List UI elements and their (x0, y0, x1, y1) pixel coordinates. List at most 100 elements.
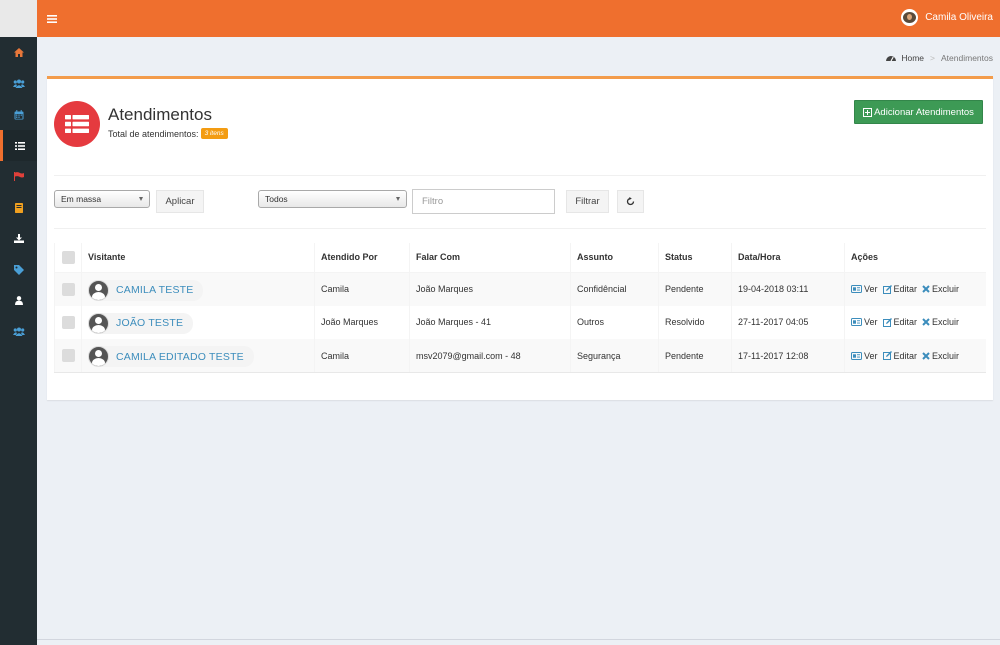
list-icon (15, 141, 25, 150)
breadcrumb-current: Atendimentos (941, 53, 993, 63)
view-action[interactable]: Ver (851, 317, 878, 327)
row-select-cell (54, 339, 82, 373)
view-label: Ver (864, 284, 878, 294)
subtitle-text: Total de atendimentos: (108, 128, 199, 139)
visitor-chip[interactable]: CAMILA EDITADO TESTE (88, 346, 254, 367)
edit-action[interactable]: Editar (882, 284, 917, 294)
sidebar-item-tag[interactable] (0, 254, 37, 285)
sidebar-item-list[interactable] (0, 130, 37, 161)
content-box: Atendimentos Total de atendimentos: 3 it… (47, 76, 993, 400)
sidebar-item-user[interactable] (0, 285, 37, 316)
data-hora-cell: 27-11-2017 04:05 (731, 305, 845, 339)
column-header[interactable]: Data/Hora (731, 243, 845, 273)
data-hora-cell: 19-04-2018 03:11 (731, 272, 845, 306)
book-icon (14, 202, 23, 213)
edit-icon (882, 284, 892, 294)
edit-icon (882, 317, 892, 327)
sidebar-item-calendar[interactable] (0, 99, 37, 130)
delete-label: Excluir (932, 317, 960, 328)
sidebar (0, 37, 37, 645)
row-checkbox[interactable] (62, 315, 75, 329)
falar-com-cell: João Marques (409, 272, 571, 306)
title-icon-circle (54, 101, 100, 147)
data-hora-cell: 17-11-2017 12:08 (731, 339, 845, 373)
row-checkbox[interactable] (62, 349, 75, 362)
sidebar-item-book[interactable] (0, 192, 37, 223)
assunto-cell: Confidêncial (570, 272, 659, 306)
atendido-por-cell: João Marques (314, 305, 410, 339)
visitor-cell: JOÃO TESTE (81, 305, 315, 339)
top-navbar: Camila Oliveira (0, 0, 1000, 37)
breadcrumb: Home > Atendimentos (886, 53, 993, 63)
column-header[interactable]: Status (658, 243, 732, 273)
edit-label: Editar (893, 350, 918, 361)
sidebar-item-group[interactable] (0, 316, 37, 347)
user-name: Camila Oliveira (925, 12, 993, 23)
edit-action[interactable]: Editar (882, 350, 918, 361)
status-cell: Pendente (658, 272, 732, 306)
edit-label: Editar (893, 317, 918, 328)
sidebar-item-flag[interactable] (0, 161, 37, 192)
eye-card-icon (851, 351, 862, 360)
column-header[interactable]: Falar Com (409, 243, 571, 273)
visitor-cell: CAMILA TESTE (81, 272, 315, 306)
row-select-cell (54, 305, 82, 339)
eye-card-icon (851, 285, 862, 293)
sidebar-item-home[interactable] (0, 37, 37, 68)
bulk-action-select[interactable]: Em massa (54, 190, 150, 208)
user-menu[interactable]: Camila Oliveira (901, 9, 993, 26)
table-list-icon (65, 115, 89, 133)
add-button-label: Adicionar Atendimentos (874, 106, 974, 118)
apply-button[interactable]: Aplicar (156, 190, 204, 213)
dashboard-icon (886, 56, 897, 62)
filter-input[interactable] (412, 189, 555, 214)
atendido-por-cell: Camila (314, 339, 410, 373)
delete-action[interactable]: Excluir (922, 351, 959, 361)
view-action[interactable]: Ver (851, 284, 878, 294)
tag-icon (13, 264, 24, 275)
atendido-por-cell: Camila (314, 272, 410, 306)
divider (54, 228, 986, 229)
column-header[interactable]: Visitante (81, 243, 315, 273)
column-header[interactable]: Atendido Por (314, 243, 410, 273)
avatar (88, 346, 109, 367)
flag-icon (13, 172, 24, 181)
sidebar-item-users[interactable] (0, 68, 37, 99)
table-row: CAMILA EDITADO TESTE Camila msv2079@gmai… (54, 339, 986, 373)
column-header[interactable]: Assunto (570, 243, 659, 273)
select-all-checkbox[interactable] (62, 250, 75, 264)
table-row: JOÃO TESTE João Marques João Marques - 4… (54, 305, 986, 339)
falar-com-cell: João Marques - 41 (409, 305, 571, 339)
filter-button[interactable]: Filtrar (566, 190, 609, 213)
count-badge: 3 itens (200, 128, 228, 139)
edit-action[interactable]: Editar (882, 317, 918, 328)
delete-action[interactable]: Excluir (922, 284, 959, 294)
add-atendimento-button[interactable]: Adicionar Atendimentos (854, 100, 983, 124)
reset-button[interactable] (617, 190, 644, 213)
visitor-chip[interactable]: CAMILA TESTE (88, 279, 204, 301)
breadcrumb-home[interactable]: Home (901, 53, 924, 63)
view-action[interactable]: Ver (851, 351, 878, 361)
assunto-cell: Outros (570, 305, 659, 339)
select-all-cell (54, 243, 82, 273)
breadcrumb-separator: > (930, 53, 936, 63)
close-icon (922, 285, 930, 293)
sidebar-item-download[interactable] (0, 223, 37, 254)
delete-action[interactable]: Excluir (922, 317, 959, 327)
status-filter-value: Todos (265, 194, 288, 204)
visitor-name: CAMILA EDITADO TESTE (116, 350, 244, 363)
delete-label: Excluir (932, 284, 960, 294)
column-header: Ações (844, 243, 986, 273)
page-title: Atendimentos (108, 105, 212, 124)
row-checkbox[interactable] (62, 282, 75, 296)
user-avatar (901, 9, 919, 26)
visitor-chip[interactable]: JOÃO TESTE (88, 312, 194, 334)
user-icon (14, 296, 23, 305)
status-filter-select[interactable]: Todos (258, 190, 407, 208)
edit-icon (882, 351, 892, 360)
menu-toggle-button[interactable] (37, 0, 67, 37)
logo-area (0, 0, 37, 37)
calendar-icon (14, 109, 23, 119)
status-cell: Resolvido (658, 305, 732, 339)
visitor-cell: CAMILA EDITADO TESTE (81, 339, 315, 373)
